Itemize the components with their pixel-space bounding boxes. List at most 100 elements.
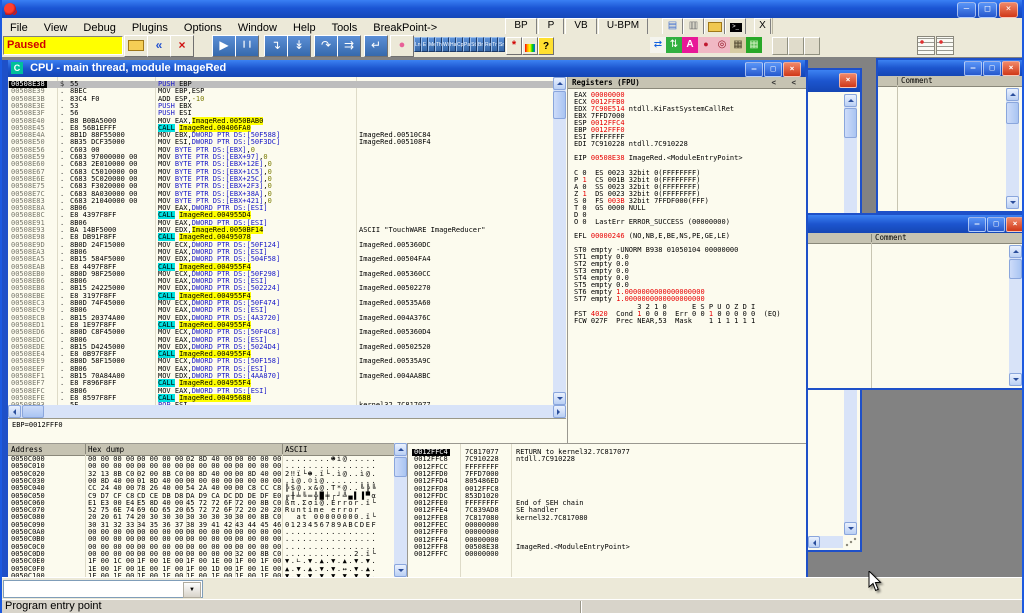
column-divider[interactable] — [282, 444, 283, 454]
copy-icon[interactable]: ▤ — [662, 18, 683, 35]
run-icon[interactable]: ▶ — [212, 35, 236, 57]
step-over-icon[interactable]: ↷ — [314, 35, 338, 57]
disasm-row[interactable]: 00508ED6.8B0D C8F45000MOV ECX,DWORD PTR … — [8, 329, 553, 336]
maximize-button[interactable]: □ — [978, 2, 997, 18]
restart-icon[interactable]: « — [147, 35, 171, 57]
plugin-button-vb[interactable]: VB — [565, 18, 597, 35]
register-line[interactable]: EDI 7C910228 ntdll.7C910228 — [574, 141, 806, 148]
gear-icon[interactable]: * — [506, 37, 522, 55]
animate-over-icon[interactable]: ⇉ — [337, 35, 361, 57]
scroll-thumb[interactable] — [553, 91, 566, 119]
register-line[interactable]: FCW 027F Prec NEAR,53 Mask 1 1 1 1 1 1 — [574, 318, 806, 325]
comment-window-top-titlebar[interactable]: – □ × — [878, 60, 1024, 76]
vertical-scrollbar[interactable] — [1006, 88, 1019, 209]
plugin-close-button[interactable]: X — [754, 18, 771, 35]
pause-icon[interactable]: ❙❙ — [235, 35, 259, 57]
close-icon[interactable]: × — [783, 62, 801, 77]
window-button-st[interactable]: St — [470, 37, 477, 52]
dump-pane[interactable]: Address Hex dump ASCII 0050C00000 00 00 … — [8, 443, 394, 577]
stack-pane[interactable]: 0012FFC47C817077RETURN to kernel32.7C817… — [407, 443, 806, 577]
scroll-up-icon[interactable] — [844, 94, 857, 107]
disasm-row[interactable]: 00508E3B.83C4 F0ADD ESP,-10 — [8, 96, 553, 103]
update-icon[interactable]: ⇅ — [666, 37, 682, 53]
resize-grip[interactable] — [844, 536, 857, 548]
column-divider[interactable] — [897, 77, 898, 85]
scroll-thumb[interactable] — [1009, 259, 1022, 279]
assemble-icon[interactable]: A — [682, 37, 698, 53]
scroll-thumb[interactable] — [394, 457, 407, 477]
swap-panes-icon[interactable]: ⇄ — [650, 37, 666, 53]
notepad-icon[interactable]: ▥ — [683, 18, 704, 35]
close-icon[interactable]: × — [839, 73, 857, 88]
window-button-th[interactable]: Th — [435, 37, 442, 52]
plugin-button-p[interactable]: P — [538, 18, 564, 35]
chevron-down-icon[interactable]: ▼ — [183, 582, 201, 598]
registers-prev-icon[interactable]: < — [771, 77, 776, 88]
blank-button[interactable] — [772, 37, 788, 55]
disassembly-pane[interactable]: 00508E38$55PUSH EBP00508E39.8BECMOV EBP,… — [8, 77, 553, 405]
column-divider[interactable] — [85, 444, 86, 454]
record-icon[interactable]: ● — [390, 35, 414, 57]
disasm-row[interactable]: 00508E9D.8B0D 24F15000MOV ECX,DWORD PTR … — [8, 242, 553, 249]
scroll-left-icon[interactable] — [8, 405, 21, 418]
scroll-up-icon[interactable] — [394, 443, 407, 456]
command-combobox[interactable]: ▼ — [3, 580, 203, 598]
watch-list-icon[interactable] — [936, 36, 954, 55]
folder-icon[interactable] — [704, 18, 725, 35]
window-button-wi[interactable]: Wi — [442, 37, 449, 52]
trace-icon[interactable]: ◎ — [714, 37, 730, 53]
scroll-thumb[interactable] — [844, 108, 857, 138]
breakpoint-list-icon[interactable] — [917, 36, 935, 55]
disasm-row[interactable]: 00508E38$55PUSH EBP — [8, 81, 553, 88]
window-button-me[interactable]: Me — [428, 37, 435, 52]
disasm-row[interactable]: 00508E3E.53PUSH EBX — [8, 103, 553, 110]
console-icon[interactable]: >_ — [725, 18, 746, 35]
disasm-row[interactable]: 00508E83.C683 21040000 00MOV BYTE PTR DS… — [8, 198, 553, 205]
scroll-thumb[interactable] — [1006, 102, 1019, 124]
maximize-icon[interactable]: □ — [764, 62, 782, 77]
scroll-down-icon[interactable] — [553, 392, 566, 405]
window-button-sr[interactable]: Sr — [498, 37, 505, 52]
memory-map-icon[interactable]: ▦ — [746, 37, 762, 53]
appearance-icon[interactable] — [522, 37, 538, 55]
register-line[interactable]: O 0 LastErr ERROR_SUCCESS (00000000) — [574, 219, 806, 226]
plugin-button-bp[interactable]: BP — [505, 18, 537, 35]
vertical-scrollbar[interactable] — [1009, 245, 1022, 386]
horizontal-scrollbar[interactable] — [808, 536, 843, 548]
register-line[interactable]: EFL 00000246 (NO,NB,E,BE,NS,PE,GE,LE) — [574, 233, 806, 240]
disasm-row[interactable]: 00508EFE.E8 8597F8FFCALL ImageRed.004956… — [8, 395, 553, 402]
disasm-row[interactable]: 00508EC3.8B0D 74F45000MOV ECX,DWORD PTR … — [8, 300, 553, 307]
disasm-row[interactable]: 00508EE9.8B0D 58F15000MOV ECX,DWORD PTR … — [8, 358, 553, 365]
register-line[interactable]: EIP 00508E38 ImageRed.<ModuleEntryPoint> — [574, 155, 806, 162]
close-program-icon[interactable]: × — [170, 35, 194, 57]
disasm-row[interactable]: 00508E8C.E8 4397F8FFCALL ImageRed.004955… — [8, 212, 553, 219]
disasm-horizontal-scrollbar[interactable] — [8, 405, 566, 418]
registers-next-icon[interactable]: < — [791, 77, 796, 88]
close-icon[interactable]: × — [1002, 61, 1020, 76]
keypad-icon[interactable]: ▦ — [730, 37, 746, 53]
squeezed-window-titlebar[interactable]: × — [806, 70, 860, 92]
scroll-right-icon[interactable] — [553, 405, 566, 418]
scroll-down-icon[interactable] — [844, 522, 857, 535]
breakpoint-icon[interactable]: ● — [698, 37, 714, 53]
disasm-vertical-scrollbar[interactable] — [553, 77, 566, 405]
scroll-up-icon[interactable] — [1006, 88, 1019, 101]
column-divider[interactable] — [871, 234, 872, 242]
window-button-cp[interactable]: Cp — [456, 37, 463, 52]
disasm-row[interactable]: 00508EF7.E8 F896F8FFCALL ImageRed.004955… — [8, 380, 553, 387]
step-into-icon[interactable]: ↴ — [264, 35, 288, 57]
maximize-icon[interactable]: □ — [983, 61, 1001, 76]
scroll-down-icon[interactable] — [1009, 373, 1022, 386]
scroll-up-icon[interactable] — [553, 77, 566, 90]
blank-button[interactable] — [804, 37, 820, 55]
animate-into-icon[interactable]: ↡ — [287, 35, 311, 57]
registers-pane[interactable]: Registers (FPU) < < EAX 00000000ECX 0012… — [567, 77, 806, 445]
stack-row[interactable]: 0012FFFC00000000 — [408, 551, 806, 558]
scroll-left-icon[interactable] — [808, 536, 820, 548]
register-line[interactable]: T 0 GS 0000 NULL — [574, 205, 806, 212]
scroll-thumb[interactable] — [22, 405, 44, 418]
comment-window-bottom-titlebar[interactable]: – □ × — [808, 215, 1024, 233]
window-button-pa[interactable]: Pa — [463, 37, 470, 52]
window-button-re[interactable]: Re — [484, 37, 491, 52]
close-button[interactable]: × — [999, 2, 1018, 18]
